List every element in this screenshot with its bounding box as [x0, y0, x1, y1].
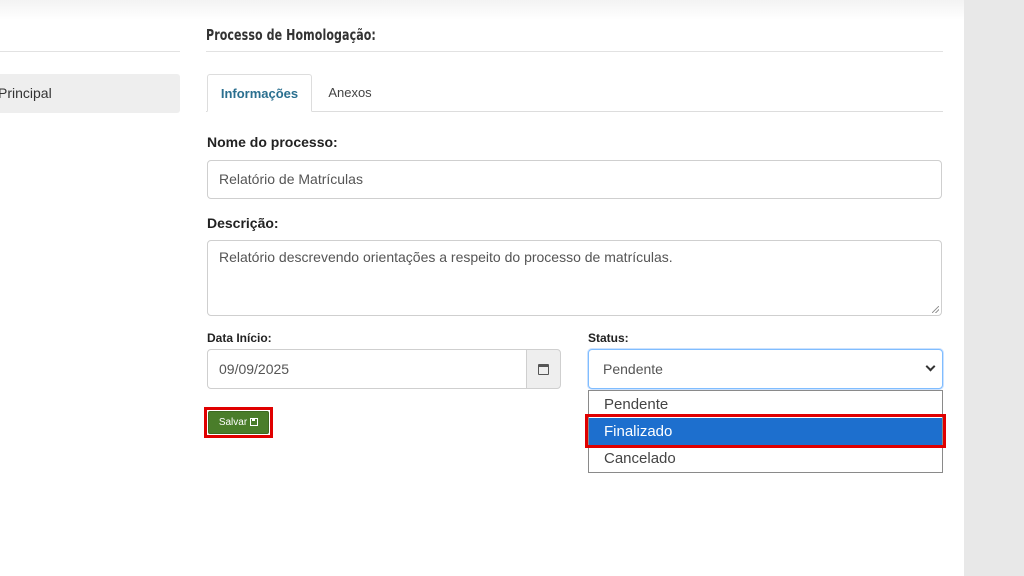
chevron-down-icon	[925, 361, 936, 372]
descricao-text: Relatório descrevendo orientações a resp…	[219, 249, 673, 265]
status-option-finalizado[interactable]: Finalizado	[589, 418, 942, 445]
data-inicio-input[interactable]: 09/09/2025	[207, 349, 527, 389]
sidebar-item-principal[interactable]: Principal	[0, 74, 180, 113]
sidebar-divider	[0, 51, 180, 52]
resize-handle[interactable]	[932, 306, 939, 313]
status-option-pendente[interactable]: Pendente	[589, 391, 942, 418]
sidebar-item-label: Principal	[0, 85, 52, 101]
status-dropdown: Pendente Finalizado Cancelado	[588, 390, 943, 473]
tab-informacoes[interactable]: Informações	[207, 74, 312, 112]
top-shadow	[0, 0, 964, 20]
page-title: Processo de Homologação:	[206, 26, 376, 44]
title-divider	[206, 51, 943, 52]
right-gutter	[964, 0, 1024, 576]
descricao-textarea[interactable]: Relatório descrevendo orientações a resp…	[207, 240, 942, 316]
status-option-cancelado[interactable]: Cancelado	[589, 445, 942, 472]
calendar-button[interactable]	[526, 349, 561, 389]
tab-anexos[interactable]: Anexos	[314, 74, 386, 112]
floppy-disk-icon	[250, 418, 259, 426]
status-label: Status:	[588, 331, 629, 345]
descricao-label: Descrição:	[207, 215, 279, 231]
nome-input[interactable]: Relatório de Matrículas	[207, 160, 942, 199]
save-button[interactable]: Salvar	[208, 411, 269, 434]
data-inicio-label: Data Início:	[207, 331, 272, 345]
status-select[interactable]: Pendente	[588, 349, 943, 389]
save-label: Salvar	[218, 417, 248, 428]
status-selected-value: Pendente	[603, 361, 663, 377]
calendar-icon	[538, 363, 549, 375]
highlight-box-save: Salvar	[204, 407, 273, 438]
nome-label: Nome do processo:	[207, 134, 338, 150]
